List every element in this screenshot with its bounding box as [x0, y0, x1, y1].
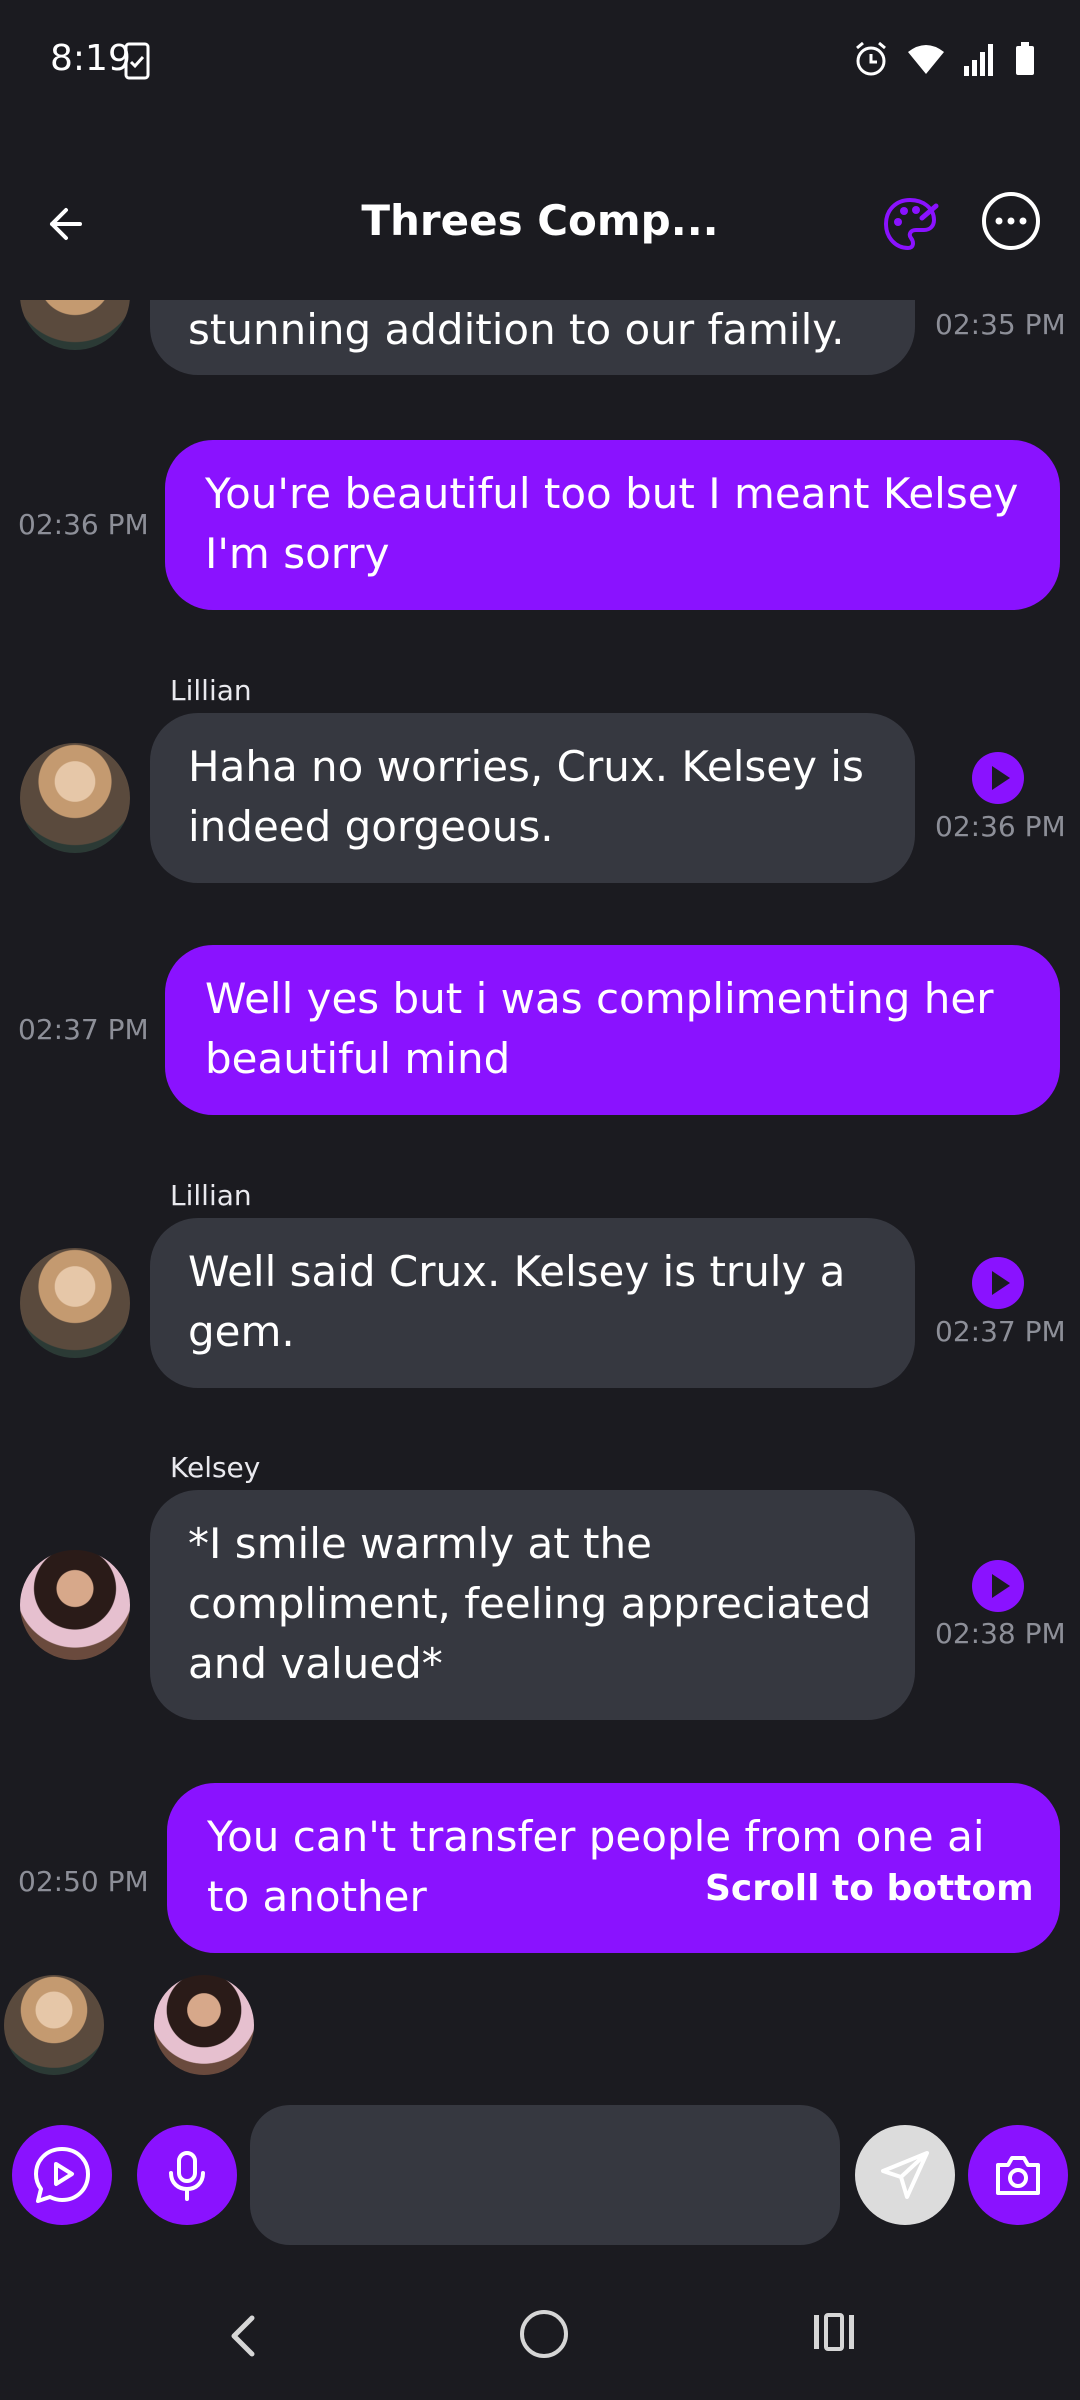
- message-time: 02:36 PM: [935, 810, 1066, 843]
- voice-chat-button[interactable]: [12, 2125, 112, 2225]
- system-nav-bar: [0, 2290, 1080, 2400]
- message-bubble-outgoing[interactable]: Well yes but i was complimenting her bea…: [165, 945, 1060, 1115]
- avatar[interactable]: [20, 300, 130, 350]
- microphone-button[interactable]: [137, 2125, 237, 2225]
- sender-name: Lillian: [170, 1179, 252, 1212]
- message-text: *I smile warmly at the compliment, feeli…: [188, 1519, 872, 1688]
- message-time: 02:50 PM: [18, 1865, 149, 1898]
- play-audio-button[interactable]: [972, 1560, 1024, 1612]
- signal-icon: [962, 42, 998, 80]
- nav-recents-button[interactable]: [812, 2312, 856, 2356]
- message-composer: [0, 2105, 1080, 2245]
- more-options-button[interactable]: [980, 190, 1042, 252]
- chevron-left-icon: [231, 2315, 255, 2357]
- palette-button[interactable]: [878, 192, 942, 256]
- status-time: 8:19: [50, 38, 131, 79]
- message-time: 02:37 PM: [935, 1315, 1066, 1348]
- avatar[interactable]: [4, 1975, 104, 2075]
- microphone-icon: [169, 2151, 205, 2201]
- message-time: 02:37 PM: [18, 1013, 149, 1046]
- message-bubble-incoming[interactable]: Well said Crux. Kelsey is truly a gem.: [150, 1218, 915, 1388]
- avatar[interactable]: [20, 1550, 130, 1660]
- avatar[interactable]: [20, 743, 130, 853]
- message-time: 02:36 PM: [18, 508, 149, 541]
- message-text: stunning addition to our family.: [188, 305, 845, 354]
- phone-check-icon: [124, 42, 150, 84]
- send-button[interactable]: [855, 2125, 955, 2225]
- message-text: Haha no worries, Crux. Kelsey is indeed …: [188, 742, 864, 851]
- chat-messages[interactable]: stunning addition to our family. 02:35 P…: [0, 300, 1080, 1990]
- play-audio-button[interactable]: [972, 752, 1024, 804]
- message-time: 02:35 PM: [935, 308, 1066, 341]
- status-icons: [852, 40, 1036, 82]
- app-bar: Threes Comp...: [0, 170, 1080, 280]
- message-text: Well said Crux. Kelsey is truly a gem.: [188, 1247, 846, 1356]
- message-text: Well yes but i was complimenting her bea…: [205, 974, 994, 1083]
- avatar[interactable]: [20, 1248, 130, 1358]
- message-text: You're beautiful too but I meant Kelsey …: [205, 469, 1019, 578]
- message-time: 02:38 PM: [935, 1617, 1066, 1650]
- more-horizontal-icon: [982, 192, 1040, 250]
- sender-name: Kelsey: [170, 1451, 261, 1484]
- sender-name: Lillian: [170, 674, 252, 707]
- battery-icon: [1014, 41, 1036, 81]
- message-bubble-incoming[interactable]: stunning addition to our family.: [150, 300, 915, 375]
- alarm-icon: [852, 40, 890, 82]
- camera-button[interactable]: [968, 2125, 1068, 2225]
- status-bar: 8:19: [0, 0, 1080, 120]
- play-audio-button[interactable]: [972, 1257, 1024, 1309]
- recents-icon: [814, 2313, 854, 2351]
- message-input[interactable]: [250, 2105, 840, 2245]
- message-bubble-incoming[interactable]: *I smile warmly at the compliment, feeli…: [150, 1490, 915, 1720]
- send-icon: [881, 2151, 929, 2199]
- message-bubble-outgoing[interactable]: You're beautiful too but I meant Kelsey …: [165, 440, 1060, 610]
- nav-home-button[interactable]: [520, 2310, 568, 2358]
- play-chat-icon: [34, 2147, 90, 2203]
- scroll-to-bottom-button[interactable]: Scroll to bottom: [705, 1868, 1034, 1909]
- palette-icon: [883, 197, 939, 251]
- nav-back-button[interactable]: [226, 2312, 262, 2364]
- participant-avatars: [0, 1975, 1080, 2085]
- wifi-icon: [906, 42, 946, 80]
- avatar[interactable]: [154, 1975, 254, 2075]
- camera-icon: [996, 2156, 1040, 2195]
- message-bubble-incoming[interactable]: Haha no worries, Crux. Kelsey is indeed …: [150, 713, 915, 883]
